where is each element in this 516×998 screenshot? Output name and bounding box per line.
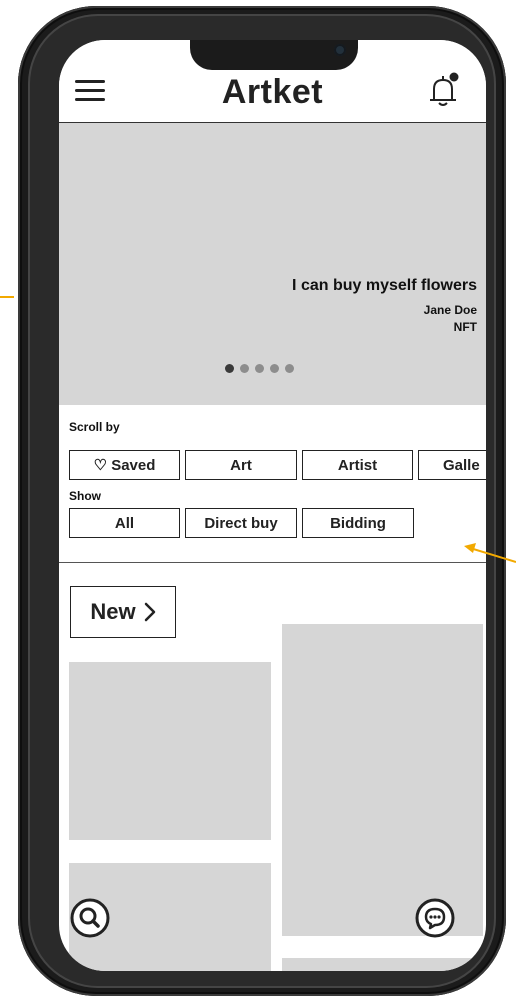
scroll-by-label: Scroll by <box>69 420 120 434</box>
banner-artist: Jane Doe <box>423 303 477 317</box>
camera-icon <box>334 44 346 56</box>
new-section-link[interactable]: New <box>70 586 176 638</box>
show-option-bidding[interactable]: Bidding <box>302 508 414 538</box>
carousel-dot[interactable] <box>225 364 234 373</box>
section-divider <box>59 562 486 563</box>
carousel-dot[interactable] <box>285 364 294 373</box>
scroll-by-option-gallery[interactable]: Galle <box>418 450 486 480</box>
phone-notch <box>190 40 358 70</box>
carousel-dot[interactable] <box>270 364 279 373</box>
scroll-by-option-art[interactable]: Art <box>185 450 297 480</box>
app-screenshot: Artket I can buy myself flowers Jane Doe… <box>0 0 516 998</box>
show-option-direct-buy[interactable]: Direct buy <box>185 508 297 538</box>
banner-title: I can buy myself flowers <box>292 277 477 294</box>
carousel-dot[interactable] <box>240 364 249 373</box>
annotation-line <box>0 296 14 298</box>
chat-button[interactable] <box>415 898 455 938</box>
app-title: Artket <box>221 73 324 111</box>
bell-icon <box>430 72 459 106</box>
artwork-card[interactable] <box>69 662 271 840</box>
banner-type: NFT <box>453 320 477 334</box>
show-label: Show <box>69 489 101 503</box>
new-section-label: New <box>90 599 136 624</box>
phone-screen: Artket I can buy myself flowers Jane Doe… <box>59 40 486 971</box>
show-option-all[interactable]: All <box>69 508 180 538</box>
notifications-button[interactable] <box>425 70 461 110</box>
search-icon <box>70 898 110 938</box>
artwork-card[interactable] <box>282 624 483 936</box>
scroll-by-option-artist[interactable]: Artist <box>302 450 413 480</box>
scroll-by-option-saved[interactable]: ♡ Saved <box>69 450 180 480</box>
chevron-right-icon <box>144 602 155 622</box>
scroll-by-option-label: Galle <box>443 456 480 474</box>
search-button[interactable] <box>70 898 110 938</box>
featured-carousel[interactable]: I can buy myself flowers Jane Doe NFT <box>59 123 486 405</box>
chat-icon <box>415 898 455 938</box>
artwork-card[interactable] <box>282 958 483 971</box>
carousel-dot[interactable] <box>255 364 264 373</box>
annotation-arrow <box>464 543 516 563</box>
